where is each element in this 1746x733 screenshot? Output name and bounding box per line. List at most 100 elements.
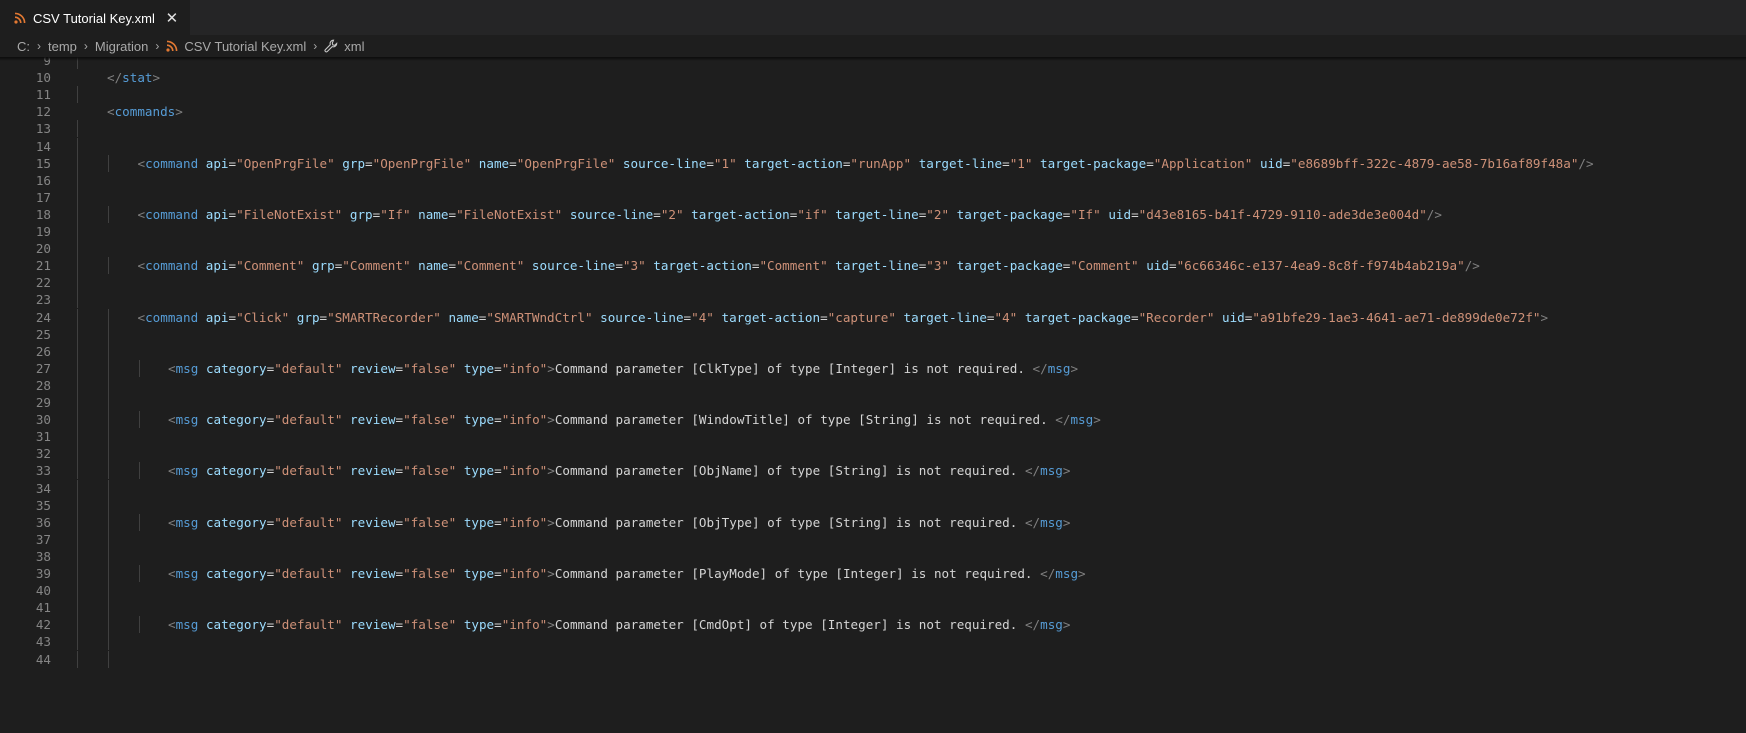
indent-guide xyxy=(108,462,109,480)
tab-csv-tutorial-key[interactable]: CSV Tutorial Key.xml ✕ xyxy=(0,0,190,35)
indent-guide xyxy=(108,547,109,565)
line-number: 19 xyxy=(35,224,51,239)
code-line[interactable]: 24 <command api="Click" grp="SMARTRecorde… xyxy=(0,308,1746,326)
code-text: <command api="Comment" grp="Comment" nam… xyxy=(137,258,1480,274)
indent-guide xyxy=(108,376,109,394)
line-number: 11 xyxy=(35,87,51,103)
indent-guide xyxy=(108,650,109,668)
code-line[interactable]: 14 xyxy=(0,137,1746,155)
indent-guide xyxy=(77,274,78,292)
code-line[interactable]: 18 <command api="FileNotExist" grp="If" n… xyxy=(0,205,1746,223)
code-text: <msg category="default" review="false" t… xyxy=(168,412,1101,428)
code-line[interactable]: 35 xyxy=(0,496,1746,514)
line-number: 37 xyxy=(35,531,51,547)
code-line[interactable]: 30 <msg category="default" review="false"… xyxy=(0,411,1746,429)
code-line[interactable]: 26 xyxy=(0,342,1746,360)
code-line[interactable]: 25 xyxy=(0,325,1746,343)
indent-guide xyxy=(77,394,78,412)
line-number: 36 xyxy=(35,514,51,530)
code-line[interactable]: 13 xyxy=(0,120,1746,138)
wrench-icon xyxy=(324,39,338,53)
code-line[interactable]: 16 xyxy=(0,171,1746,189)
code-line[interactable]: 21 <command api="Comment" grp="Comment" n… xyxy=(0,257,1746,275)
code-line[interactable]: 34 xyxy=(0,479,1746,497)
indent-guide xyxy=(108,428,109,446)
code-line[interactable]: 19 xyxy=(0,223,1746,241)
breadcrumb-item-xml[interactable]: xml xyxy=(324,39,364,54)
indent-guide xyxy=(77,650,78,668)
code-line[interactable]: 29 xyxy=(0,394,1746,412)
code-line[interactable]: 27 <msg category="default" review="false"… xyxy=(0,359,1746,377)
chevron-right-icon: › xyxy=(155,39,160,53)
line-number: 26 xyxy=(35,343,51,359)
code-line[interactable]: 20 xyxy=(0,240,1746,258)
code-line[interactable]: 40 xyxy=(0,582,1746,600)
code-line[interactable]: 15 <command api="OpenPrgFile" grp="OpenPr… xyxy=(0,154,1746,172)
indent-guide xyxy=(77,428,78,446)
indent-guide xyxy=(108,565,109,583)
indent-guide xyxy=(77,257,78,275)
indent-guide xyxy=(108,257,109,275)
code-line[interactable]: 28 xyxy=(0,376,1746,394)
line-number: 27 xyxy=(35,360,51,376)
chevron-right-icon: › xyxy=(313,39,318,53)
indent-guide xyxy=(77,445,78,463)
line-number: 25 xyxy=(35,326,51,342)
code-line[interactable]: 23 xyxy=(0,291,1746,309)
breadcrumb-file-label: CSV Tutorial Key.xml xyxy=(184,38,307,54)
breadcrumb: C: › temp › Migration › CSV Tutorial Key… xyxy=(0,35,1746,57)
code-line[interactable]: 22 xyxy=(0,274,1746,292)
code-line[interactable]: 32 xyxy=(0,445,1746,463)
line-number: 21 xyxy=(35,258,51,274)
indent-guide xyxy=(108,342,109,360)
breadcrumb-item-drive[interactable]: C: xyxy=(17,39,30,54)
code-line[interactable]: 33 <msg category="default" review="false"… xyxy=(0,462,1746,480)
line-number: 39 xyxy=(35,566,51,581)
code-line[interactable]: 38 xyxy=(0,547,1746,565)
code-editor[interactable]: 9 10 </stat> 11 12 <commands> 13 14 15 <command a… xyxy=(0,57,1746,733)
indent-guide xyxy=(108,411,109,429)
indent-guide xyxy=(77,342,78,360)
line-number: 29 xyxy=(35,395,51,410)
indent-guide xyxy=(77,496,78,514)
editor-top-shadow xyxy=(0,57,1746,61)
breadcrumb-item-file[interactable]: CSV Tutorial Key.xml xyxy=(166,39,306,54)
code-line[interactable]: 17 xyxy=(0,188,1746,206)
line-number: 12 xyxy=(35,104,51,120)
rss-icon xyxy=(166,40,178,52)
line-number: 15 xyxy=(35,155,51,171)
close-icon[interactable]: ✕ xyxy=(164,10,180,27)
code-text: <command api="OpenPrgFile" grp="OpenPrgF… xyxy=(137,155,1594,171)
code-line[interactable]: 43 xyxy=(0,633,1746,651)
code-line[interactable]: 12 <commands> xyxy=(0,103,1746,120)
code-line[interactable]: 11 xyxy=(0,86,1746,104)
code-line[interactable]: 36 <msg category="default" review="false"… xyxy=(0,513,1746,531)
code-line[interactable]: 10 </stat> xyxy=(0,69,1746,86)
code-line[interactable]: 42 <msg category="default" review="false"… xyxy=(0,616,1746,634)
code-line[interactable]: 44 xyxy=(0,650,1746,668)
indent-guide xyxy=(77,291,78,309)
tab-bar: CSV Tutorial Key.xml ✕ xyxy=(0,0,1746,35)
code-line[interactable]: 41 xyxy=(0,599,1746,617)
indent-guide xyxy=(77,462,78,480)
breadcrumb-item-migration[interactable]: Migration xyxy=(95,39,148,54)
indent-guide xyxy=(108,205,109,223)
indent-guide xyxy=(108,154,109,172)
indent-guide xyxy=(77,325,78,343)
indent-guide xyxy=(77,154,78,172)
breadcrumb-item-temp[interactable]: temp xyxy=(48,39,77,54)
indent-guide xyxy=(77,205,78,223)
indent-guide xyxy=(77,547,78,565)
line-number: 35 xyxy=(35,497,51,513)
indent-guide xyxy=(139,565,140,583)
line-number: 42 xyxy=(35,617,51,633)
indent-guide xyxy=(77,411,78,429)
code-line[interactable]: 37 xyxy=(0,530,1746,548)
code-line[interactable]: 39 <msg category="default" review="false"… xyxy=(0,565,1746,583)
code-line[interactable]: 31 xyxy=(0,428,1746,446)
indent-guide xyxy=(139,359,140,377)
chevron-right-icon: › xyxy=(37,39,41,53)
line-number: 32 xyxy=(35,446,51,462)
indent-guide xyxy=(77,86,78,104)
code-text: </stat> xyxy=(107,70,161,86)
